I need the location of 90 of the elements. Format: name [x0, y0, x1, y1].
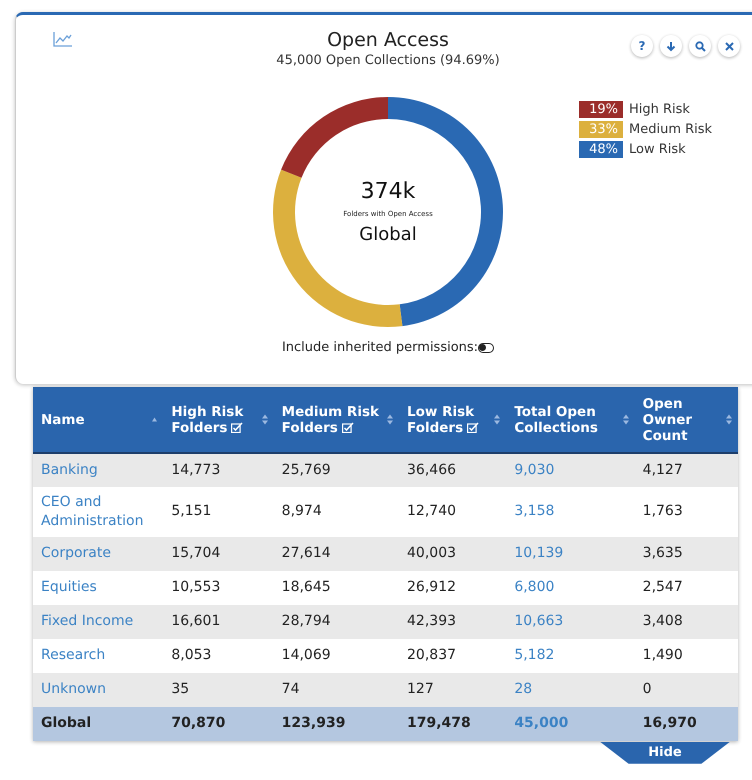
sort-ascending-icon[interactable] [152, 417, 158, 422]
collections-link[interactable]: 45,000 [506, 706, 635, 741]
legend-percentage: 33% [579, 121, 623, 138]
legend-label: High Risk [629, 102, 690, 117]
column-header[interactable]: Total Open Collections [506, 387, 635, 453]
table-cell: 8,053 [163, 638, 274, 673]
column-header[interactable]: Name [33, 387, 164, 453]
table-cell: 127 [399, 672, 506, 707]
row-name-link[interactable]: Fixed Income [33, 604, 164, 639]
legend-percentage: 48% [579, 141, 623, 158]
row-name-link[interactable]: Banking [33, 453, 164, 487]
column-label: Medium Risk Folders [282, 404, 380, 436]
collections-link[interactable]: 5,182 [506, 638, 635, 673]
table-cell: 28,794 [274, 604, 400, 639]
table-cell: 14,773 [163, 453, 274, 487]
collections-link[interactable]: 28 [506, 672, 635, 707]
total-cell: 16,970 [634, 706, 738, 741]
column-label: Open Owner Count [642, 396, 694, 444]
table-cell: 16,601 [163, 604, 274, 639]
total-cell: 123,939 [274, 706, 400, 741]
collections-link[interactable]: 9,030 [506, 453, 635, 487]
legend-label: Low Risk [629, 142, 686, 157]
table-cell: 1,490 [634, 638, 738, 673]
download-icon [666, 40, 676, 52]
table-cell: 27,614 [274, 536, 400, 571]
total-cell: Global [33, 706, 164, 741]
table-cell: 0 [634, 672, 738, 707]
toggle-label: Include inherited permissions: [282, 340, 478, 355]
column-label: Total Open Collections [514, 404, 599, 436]
total-value: 374k [360, 179, 416, 204]
sort-icon[interactable] [622, 414, 629, 425]
row-name-link[interactable]: Research [33, 638, 164, 673]
hide-tab[interactable]: Hide [600, 742, 730, 764]
search-icon [694, 40, 706, 52]
close-button[interactable] [718, 35, 740, 57]
help-button[interactable]: ? [631, 35, 653, 57]
chart-title: Open Access [327, 29, 449, 51]
table-cell: 26,912 [399, 570, 506, 605]
table-cell: 2,547 [634, 570, 738, 605]
total-cell: 179,478 [399, 706, 506, 741]
line-chart-icon[interactable] [53, 31, 73, 47]
row-name-link[interactable]: Equities [33, 570, 164, 605]
table-cell: 1,763 [634, 487, 738, 537]
chart-subtitle: 45,000 Open Collections (94.69%) [276, 53, 500, 68]
sort-icon[interactable] [726, 414, 732, 425]
table-cell: 8,974 [274, 487, 400, 537]
scope-label: Global [359, 224, 417, 245]
checkbox-icon[interactable] [231, 422, 244, 432]
checkbox-icon[interactable] [467, 422, 480, 432]
sort-icon[interactable] [387, 414, 394, 425]
column-label: High Risk Folders [171, 404, 244, 436]
table-cell: 20,837 [399, 638, 506, 673]
table-cell: 12,740 [399, 487, 506, 537]
collections-link[interactable]: 10,139 [506, 536, 635, 571]
close-icon [724, 42, 734, 50]
download-button[interactable] [660, 35, 682, 57]
table-cell: 25,769 [274, 453, 400, 487]
row-name-link[interactable]: Unknown [33, 672, 164, 707]
table-cell: 36,466 [399, 453, 506, 487]
toggle-switch[interactable] [478, 342, 494, 352]
search-button[interactable] [689, 35, 711, 57]
table-cell: 10,553 [163, 570, 274, 605]
sort-icon[interactable] [494, 414, 500, 425]
table-cell: 35 [163, 672, 274, 707]
column-header[interactable]: High Risk Folders [163, 387, 274, 453]
total-cell: 70,870 [163, 706, 274, 741]
row-name-link[interactable]: Corporate [33, 536, 164, 571]
table-cell: 4,127 [634, 453, 738, 487]
checkbox-icon[interactable] [342, 422, 354, 432]
collections-link[interactable]: 10,663 [506, 604, 635, 639]
table-cell: 18,645 [274, 570, 400, 605]
table-cell: 15,704 [163, 536, 274, 571]
collections-link[interactable]: 3,158 [506, 487, 635, 537]
table-cell: 5,151 [163, 487, 274, 537]
sort-icon[interactable] [262, 414, 268, 425]
row-name-link[interactable]: CEO and Administration [33, 487, 164, 537]
table-cell: 3,408 [634, 604, 738, 639]
table-cell: 14,069 [274, 638, 400, 673]
column-label: Name [41, 412, 85, 428]
column-label: Low Risk Folders [407, 404, 492, 436]
legend-label: Medium Risk [629, 122, 712, 137]
collections-link[interactable]: 6,800 [506, 570, 635, 605]
column-header[interactable]: Low Risk Folders [399, 387, 506, 453]
column-header[interactable]: Open Owner Count [634, 387, 738, 453]
table-cell: 3,635 [634, 536, 738, 571]
column-header[interactable]: Medium Risk Folders [274, 387, 400, 453]
table-cell: 74 [274, 672, 400, 707]
table-cell: 40,003 [399, 536, 506, 571]
legend-percentage: 19% [579, 101, 623, 118]
table-cell: 42,393 [399, 604, 506, 639]
